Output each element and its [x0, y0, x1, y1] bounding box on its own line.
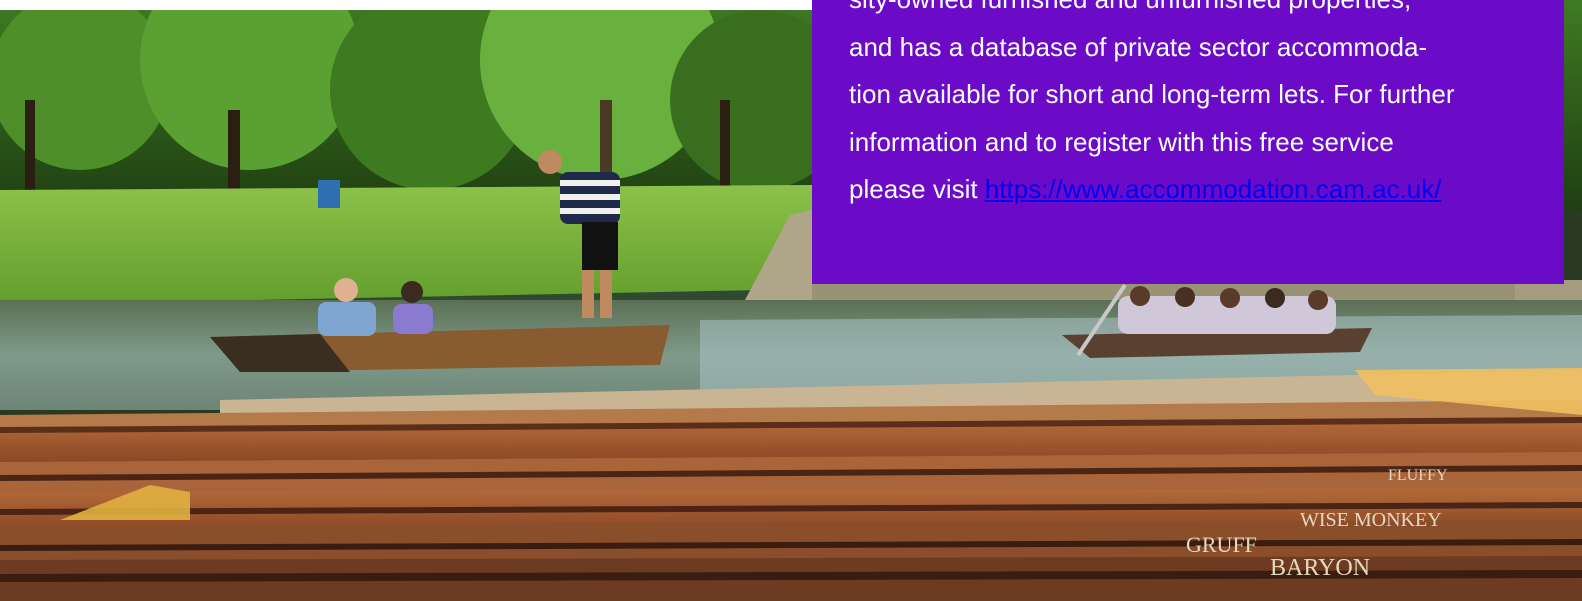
info-line-3: tion available for short and long-term l… [849, 79, 1455, 109]
accommodation-link[interactable]: https://www.accommodation.cam.ac.uk/ [985, 174, 1442, 204]
info-line-2: and has a database of private sector acc… [849, 31, 1428, 62]
info-line-5: please visit [849, 174, 985, 204]
info-line-1: sity-owned furnished and unfurnished pro… [849, 0, 1411, 14]
accommodation-info-panel: sity-owned furnished and unfurnished pro… [812, 0, 1564, 284]
punt-name-wise-monkey: WISE MONKEY [1300, 509, 1442, 531]
punt-name-baryon: BARYON [1270, 555, 1370, 581]
info-line-4: information and to register with this fr… [849, 126, 1394, 157]
top-white-strip [0, 0, 812, 10]
punt-name-gruff: GRUFF [1186, 532, 1257, 557]
accommodation-info-text: sity-owned furnished and unfurnished pro… [849, 0, 1534, 214]
punt-name-fluffy: FLUFFY [1388, 467, 1448, 484]
